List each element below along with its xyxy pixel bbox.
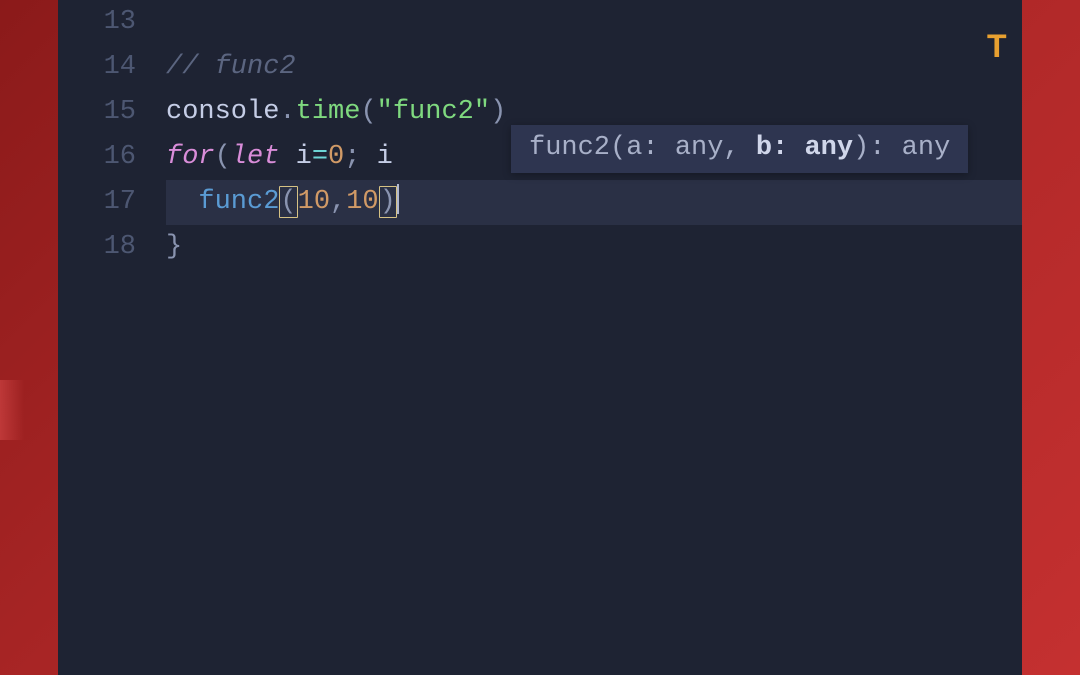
space-token	[360, 142, 376, 172]
function-call-token: func2	[198, 187, 279, 217]
minimap-region-indicator[interactable]: T	[987, 28, 1019, 52]
comment-token: // func2	[166, 52, 296, 82]
signature-active-param: b: any	[756, 133, 853, 163]
line-number: 18	[58, 225, 136, 270]
bracket-match-open: (	[279, 186, 297, 218]
string-token: "func2"	[377, 97, 490, 127]
line-number: 14	[58, 45, 136, 90]
desktop-edge-highlight	[0, 380, 24, 440]
variable-token: i	[377, 142, 409, 172]
code-line-14[interactable]: // func2	[166, 45, 1022, 90]
punct-token: )	[490, 97, 506, 127]
method-token: time	[296, 97, 361, 127]
line-number: 17	[58, 180, 136, 225]
brace-token: }	[166, 232, 182, 262]
punct-token: (	[360, 97, 376, 127]
line-number: 13	[58, 0, 136, 45]
line-number: 15	[58, 90, 136, 135]
number-token: 0	[328, 142, 344, 172]
code-line-13[interactable]	[166, 0, 1022, 45]
operator-token: =	[312, 142, 328, 172]
punct-token: .	[279, 97, 295, 127]
code-content-area[interactable]: // func2 console.time("func2") for(let i…	[166, 0, 1022, 675]
punct-token: ,	[330, 187, 346, 217]
keyword-token: let	[231, 142, 280, 172]
bracket-match-close: )	[379, 186, 397, 218]
punct-token: (	[215, 142, 231, 172]
number-token: 10	[346, 187, 378, 217]
signature-suffix: ): any	[853, 133, 950, 163]
keyword-token: for	[166, 142, 215, 172]
variable-token: i	[296, 142, 312, 172]
line-number: 16	[58, 135, 136, 180]
identifier-token: console	[166, 97, 279, 127]
code-line-18[interactable]: }	[166, 225, 1022, 270]
text-cursor	[397, 184, 399, 214]
line-number-gutter: 13 14 15 16 17 18	[58, 0, 166, 675]
punct-token: ;	[344, 142, 360, 172]
code-editor[interactable]: 13 14 15 16 17 18 // func2 console.time(…	[58, 0, 1022, 675]
code-line-17-current[interactable]: func2(10,10)	[166, 180, 1022, 225]
space-token	[279, 142, 295, 172]
signature-prefix: func2(a: any,	[529, 133, 756, 163]
signature-help-popup: func2(a: any, b: any): any	[511, 125, 968, 173]
number-token: 10	[298, 187, 330, 217]
indent-token	[166, 187, 198, 217]
